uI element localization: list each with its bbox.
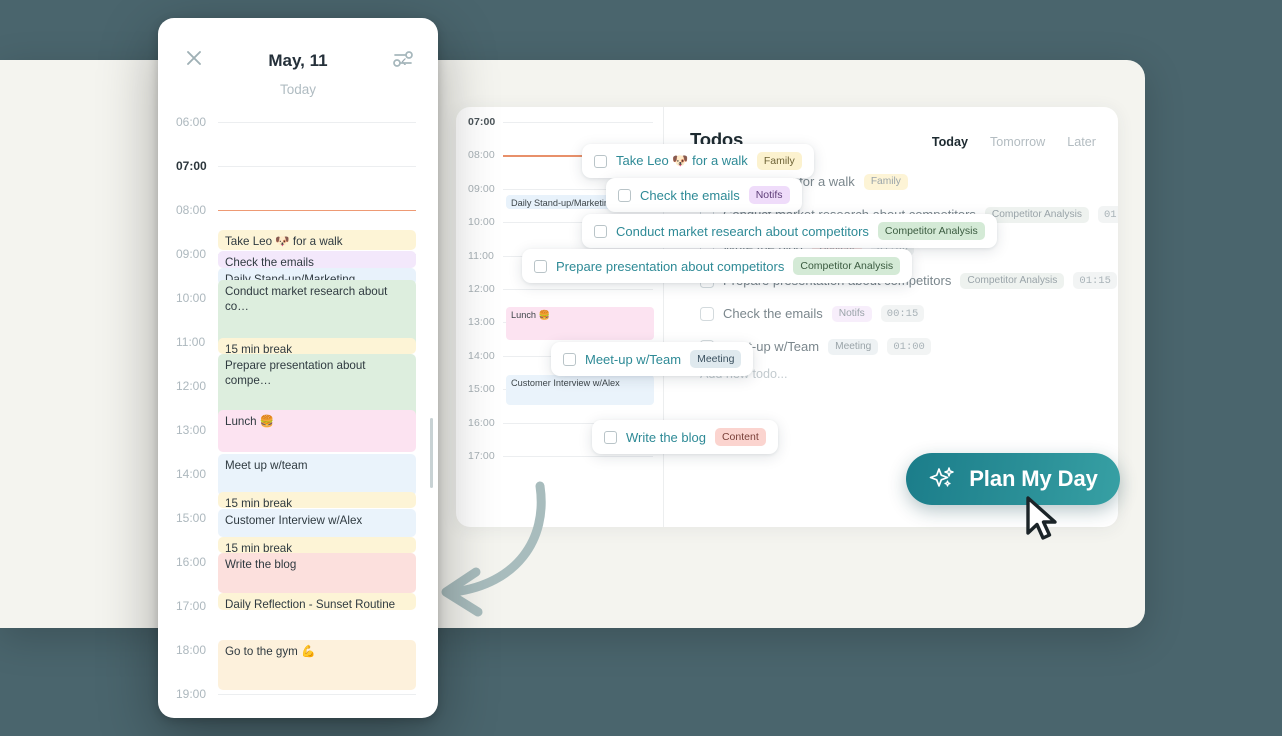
floating-todo-text: Take Leo 🐶 for a walk: [616, 153, 748, 168]
day-detail-modal: ‹ May, 11 › Today 06:00 07:00 08:00 09:00 10…: [158, 18, 438, 718]
floating-todo-checkbox[interactable]: [563, 352, 576, 366]
floating-todo-text: Write the blog: [626, 429, 706, 445]
hour-gridline: [218, 210, 416, 212]
todo-tag-chip[interactable]: Notifs: [831, 305, 872, 322]
todo-tag-chip[interactable]: Competitor Analysis: [960, 272, 1065, 289]
plan-my-day-button[interactable]: Plan My Day: [906, 453, 1120, 505]
todos-tab-later[interactable]: Later: [1067, 135, 1096, 149]
todo-duration: 01:30: [1097, 206, 1118, 223]
calendar-event[interactable]: 15 min break: [218, 338, 416, 354]
todo-tag-chip[interactable]: Competitor Analysis: [984, 206, 1089, 223]
hour-gridline: [218, 694, 416, 695]
calendar-event[interactable]: 15 min break: [218, 537, 416, 553]
calendar-event[interactable]: Take Leo 🐶 for a walk: [218, 230, 416, 250]
floating-todo-tag-chip[interactable]: Notifs: [748, 186, 790, 204]
hour-gridline: [218, 166, 416, 167]
mini-calendar-event[interactable]: Customer Interview w/Alex: [506, 375, 654, 405]
hour-gridline: [218, 122, 416, 123]
mini-hour-label: 12:00: [468, 283, 495, 295]
todo-tag-chip[interactable]: Meeting: [828, 338, 879, 355]
hour-label: 12:00: [176, 379, 207, 393]
floating-todo-card[interactable]: Conduct market research about competitor…: [582, 214, 997, 248]
modal-day-grid[interactable]: 06:00 07:00 08:00 09:00 10:00 11:00 12:00 13:00…: [158, 106, 438, 718]
todos-tabs: Today Tomorrow Later: [932, 135, 1096, 149]
todo-duration: 01:15: [1073, 272, 1117, 289]
plan-my-day-label: Plan My Day: [969, 466, 1098, 491]
calendar-event[interactable]: Customer Interview w/Alex: [218, 509, 416, 537]
modal-scrollbar-thumb[interactable]: [429, 418, 433, 488]
hour-label: 08:00: [176, 203, 207, 217]
calendar-event[interactable]: Check the emails: [218, 251, 416, 268]
sliders-icon[interactable]: [392, 48, 414, 70]
floating-todo-tag-chip[interactable]: Content: [714, 428, 766, 446]
hour-label: 14:00: [176, 467, 207, 481]
todo-row[interactable]: Check the emails Notifs 00:15: [690, 297, 1096, 330]
mini-hour-label: 09:00: [468, 182, 495, 195]
mini-hour-label: 17:00: [468, 450, 495, 462]
floating-todo-checkbox[interactable]: [534, 259, 547, 273]
mini-hour-label: 16:00: [468, 416, 495, 429]
floating-todo-checkbox[interactable]: [594, 224, 607, 238]
mouse-cursor-icon: [1026, 496, 1057, 540]
floating-todo-card[interactable]: Prepare presentation about competitors Co…: [522, 249, 913, 283]
mini-hour-label: 11:00: [468, 249, 494, 262]
todos-tab-tomorrow[interactable]: Tomorrow: [990, 135, 1045, 149]
today-label: Today: [279, 82, 317, 97]
calendar-event[interactable]: Daily Reflection - Sunset Routine ☀️: [218, 593, 416, 610]
hour-label: 13:00: [176, 423, 207, 437]
mini-hour-label: 07:00: [468, 116, 496, 128]
floating-todo-card[interactable]: Take Leo 🐶 for a walk Family: [582, 144, 814, 178]
modal-scrollbar-track[interactable]: [430, 114, 433, 710]
todo-duration: 01:00: [887, 338, 931, 355]
hour-label: 16:00: [176, 555, 207, 569]
calendar-event[interactable]: Lunch 🍔: [218, 410, 416, 452]
hour-label: 19:00: [176, 687, 207, 701]
mini-hour-gridline: [503, 456, 653, 457]
mini-hour-gridline: [503, 289, 653, 290]
calendar-event[interactable]: Go to the gym 💪: [218, 640, 416, 690]
mini-hour-label: 10:00: [468, 216, 495, 229]
hour-label: 07:00: [176, 159, 207, 173]
floating-todo-checkbox[interactable]: [604, 430, 617, 444]
mini-hour-label: 14:00: [468, 349, 495, 362]
floating-todo-card[interactable]: Check the emails Notifs: [606, 178, 802, 212]
floating-todo-card[interactable]: Write the blog Content: [592, 420, 778, 454]
floating-todo-text: Meet-up w/Team: [585, 351, 682, 367]
calendar-event[interactable]: Meet up w/team: [218, 454, 416, 496]
floating-todo-tag-chip[interactable]: Family: [756, 152, 802, 170]
hour-label: 10:00: [176, 291, 207, 305]
mini-hour-gridline: [503, 122, 653, 123]
floating-todo-text: Check the emails: [640, 187, 740, 203]
floating-todo-checkbox[interactable]: [594, 154, 607, 168]
modal-header: ‹ May, 11 › Today: [158, 18, 438, 97]
todo-checkbox[interactable]: [700, 306, 714, 321]
floating-todo-checkbox[interactable]: [618, 188, 631, 202]
hour-label: 18:00: [176, 643, 207, 657]
floating-todo-tag-chip[interactable]: Competitor Analysis: [877, 222, 985, 240]
floating-todo-text: Conduct market research about competitor…: [616, 223, 869, 239]
mini-hour-label: 15:00: [468, 383, 495, 396]
floating-todo-card[interactable]: Meet-up w/Team Meeting: [551, 342, 754, 376]
todo-duration: 00:15: [880, 305, 925, 322]
hour-label: 09:00: [176, 247, 207, 261]
todo-tag-chip[interactable]: Family: [863, 173, 908, 190]
floating-todo-tag-chip[interactable]: Competitor Analysis: [793, 257, 901, 275]
todos-tab-today[interactable]: Today: [932, 135, 968, 149]
calendar-event[interactable]: 15 min break: [218, 492, 416, 508]
sparkles-icon: [929, 467, 954, 487]
hour-label: 06:00: [176, 115, 207, 129]
floating-todo-text: Prepare presentation about competitors: [556, 258, 785, 274]
calendar-event[interactable]: Write the blog: [218, 553, 416, 593]
floating-todo-tag-chip[interactable]: Meeting: [690, 350, 742, 368]
mini-hour-label: 13:00: [468, 316, 495, 329]
hour-label: 15:00: [176, 511, 207, 525]
mini-hour-label: 08:00: [468, 149, 495, 162]
hour-label: 11:00: [176, 335, 206, 349]
mini-calendar-event[interactable]: Lunch 🍔: [506, 307, 654, 340]
todo-text: Check the emails: [723, 306, 823, 321]
screenshot-root: 07:00 08:00 09:00 10:00 11:00 12:00 13:00 14:00…: [0, 0, 1282, 736]
curved-arrow-icon: [441, 481, 546, 617]
hour-label: 17:00: [176, 599, 207, 613]
